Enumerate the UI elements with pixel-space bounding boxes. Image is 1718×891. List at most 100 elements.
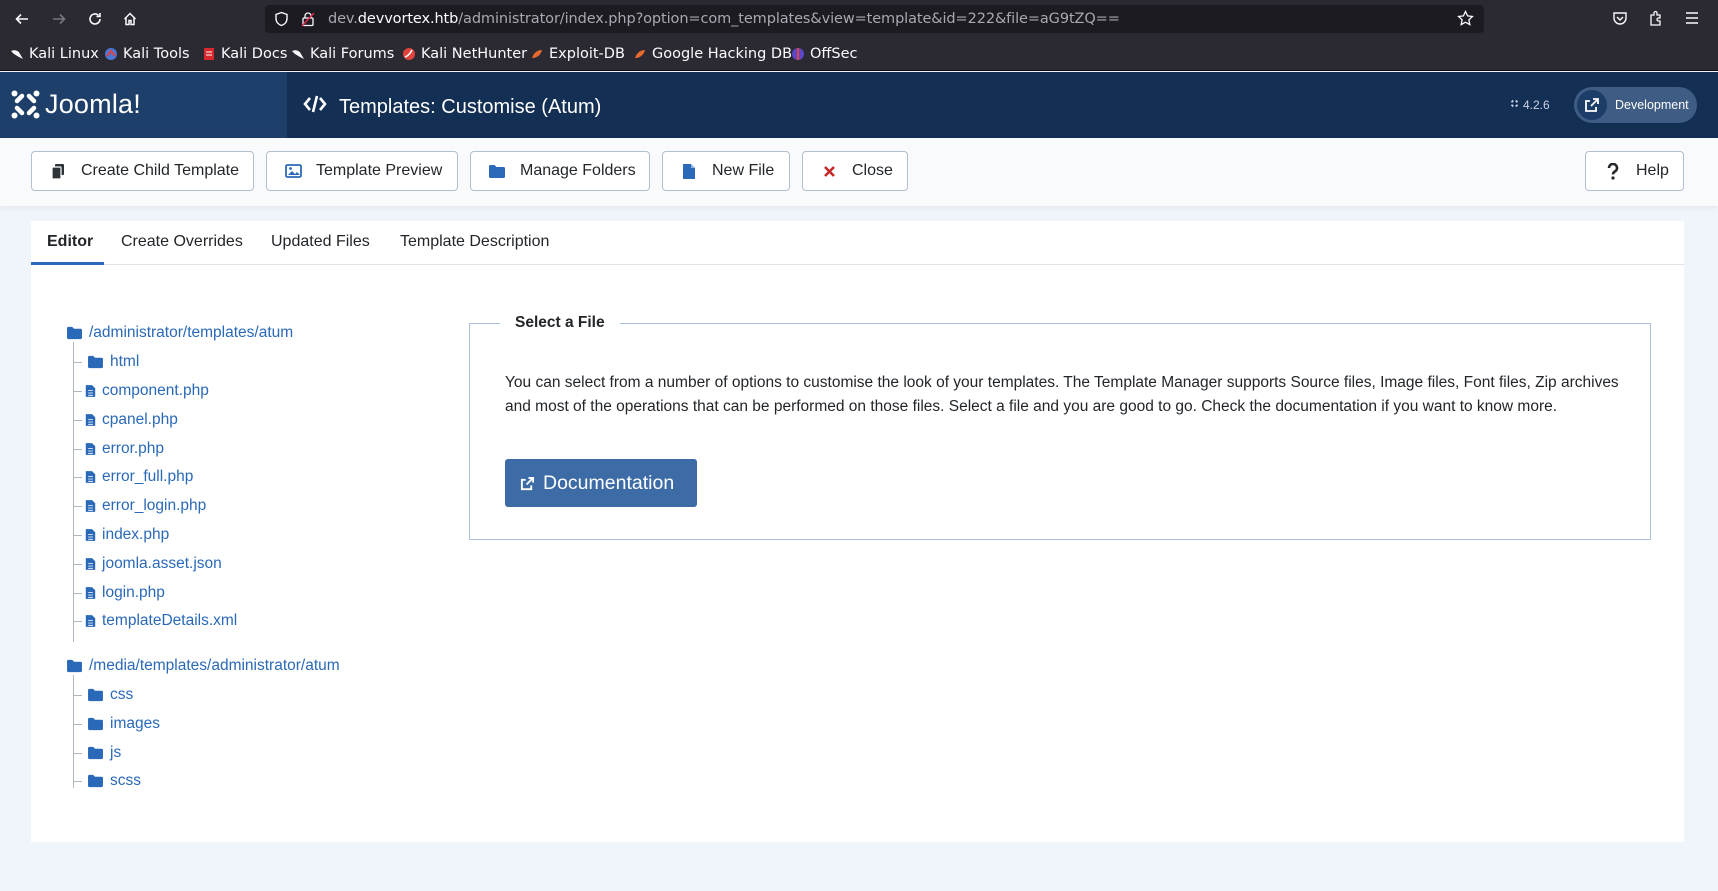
manage-folders-button[interactable]: Manage Folders <box>470 151 650 191</box>
select-file-fieldset: Select a File You can select from a numb… <box>469 314 1651 540</box>
tree-file[interactable]: component.php <box>85 382 209 400</box>
tab-bar: Editor Create Overrides Updated Files Te… <box>31 221 1684 265</box>
file-icon <box>85 414 96 426</box>
reload-icon[interactable] <box>83 7 107 31</box>
joomla-version: 4.2.6 <box>1509 98 1550 112</box>
bookmark-exploit-db[interactable]: Exploit-DB <box>530 46 625 62</box>
bookmark-kali-linux[interactable]: Kali Linux <box>10 46 99 62</box>
toolbar: Create Child Template Template Preview M… <box>0 138 1718 206</box>
bookmark-kali-nethunter[interactable]: Kali NetHunter <box>402 46 527 62</box>
back-icon[interactable] <box>10 7 34 31</box>
tree-branch <box>73 535 82 536</box>
documentation-button[interactable]: Documentation <box>505 459 697 507</box>
folder-icon <box>488 162 506 180</box>
tree-file[interactable]: error_full.php <box>85 468 193 486</box>
tree-folder[interactable]: html <box>87 353 139 371</box>
bookmark-google-hacking-db[interactable]: Google Hacking DB <box>633 46 792 62</box>
tree-branch <box>73 781 82 782</box>
file-icon <box>85 471 96 483</box>
menu-icon[interactable] <box>1684 11 1700 30</box>
tree-branch <box>73 506 82 507</box>
bookmark-kali-docs[interactable]: Kali Docs <box>202 46 287 62</box>
select-file-legend: Select a File <box>500 314 620 332</box>
file-icon <box>85 587 96 599</box>
joomla-small-icon <box>1509 98 1520 112</box>
tab-create-overrides[interactable]: Create Overrides <box>121 233 243 251</box>
question-icon <box>1604 162 1622 180</box>
tree-file[interactable]: joomla.asset.json <box>85 555 222 573</box>
external-link-icon <box>1577 90 1607 120</box>
help-button[interactable]: Help <box>1585 151 1684 191</box>
folder-icon <box>88 355 103 369</box>
template-preview-button[interactable]: Template Preview <box>266 151 458 191</box>
select-file-description: You can select from a number of options … <box>505 374 1619 415</box>
pocket-icon[interactable] <box>1612 11 1628 31</box>
exploit-db-icon <box>530 47 544 61</box>
site-link-development[interactable]: Development <box>1574 87 1697 123</box>
new-file-button[interactable]: New File <box>662 151 790 191</box>
file-icon <box>85 558 96 570</box>
tree-folder[interactable]: css <box>87 686 133 704</box>
tree-file[interactable]: error_login.php <box>85 497 206 515</box>
close-icon <box>820 162 838 180</box>
tree-branch <box>73 564 82 565</box>
url-bar[interactable]: dev.devvortex.htb/administrator/index.ph… <box>265 5 1484 33</box>
nethunter-icon <box>402 47 416 61</box>
active-tab-indicator <box>31 262 104 265</box>
image-icon <box>284 162 302 180</box>
file-icon <box>85 443 96 455</box>
kali-forums-icon <box>291 47 305 61</box>
folder-icon <box>88 774 103 788</box>
tree-folder[interactable]: images <box>87 715 160 733</box>
page-title-text: Templates: Customise (Atum) <box>339 95 602 118</box>
tree-folder-root-1[interactable]: /administrator/templates/atum <box>66 324 293 342</box>
offsec-icon <box>791 47 805 61</box>
tab-editor[interactable]: Editor <box>47 233 93 251</box>
tree-file[interactable]: cpanel.php <box>85 411 178 429</box>
tab-updated-files[interactable]: Updated Files <box>271 233 370 251</box>
tree-folder-root-2[interactable]: /media/templates/administrator/atum <box>66 657 340 675</box>
folder-icon <box>67 326 82 340</box>
tree-file[interactable]: index.php <box>85 526 169 544</box>
home-icon[interactable] <box>118 7 142 31</box>
folder-icon <box>67 659 82 673</box>
tree-branch <box>73 753 82 754</box>
file-icon <box>85 529 96 541</box>
tree-file[interactable]: error.php <box>85 440 164 458</box>
extensions-icon[interactable] <box>1648 10 1664 32</box>
file-icon <box>85 615 96 627</box>
insecure-lock-icon[interactable] <box>301 11 315 32</box>
tree-folder[interactable]: scss <box>87 772 141 790</box>
bookmark-star-icon[interactable] <box>1457 9 1474 32</box>
external-link-icon <box>520 476 535 491</box>
forward-icon[interactable] <box>47 7 71 31</box>
folder-icon <box>88 717 103 731</box>
copy-icon <box>49 162 67 180</box>
tree-branch <box>73 420 82 421</box>
close-button[interactable]: Close <box>802 151 908 191</box>
tree-branch <box>73 593 82 594</box>
tree-branch <box>73 695 82 696</box>
tree-branch <box>73 477 82 478</box>
url-text[interactable]: dev.devvortex.htb/administrator/index.ph… <box>328 11 1120 27</box>
create-child-template-button[interactable]: Create Child Template <box>31 151 254 191</box>
tree-folder[interactable]: js <box>87 744 121 762</box>
joomla-logo-text: Joomla! <box>45 89 141 119</box>
bookmark-kali-forums[interactable]: Kali Forums <box>291 46 394 62</box>
file-icon <box>85 385 96 397</box>
bookmarks-bar: Kali Linux Kali Tools Kali Docs Kali For… <box>0 37 1718 71</box>
bookmark-offsec[interactable]: OffSec <box>791 46 858 62</box>
bookmark-kali-tools[interactable]: Kali Tools <box>104 46 190 62</box>
kali-tools-icon <box>104 47 118 61</box>
joomla-logo[interactable]: Joomla! <box>0 72 287 138</box>
tree-file[interactable]: login.php <box>85 584 165 602</box>
tree-branch <box>73 621 82 622</box>
kali-docs-icon <box>202 47 216 61</box>
code-icon <box>303 94 327 120</box>
browser-toolbar: dev.devvortex.htb/administrator/index.ph… <box>0 0 1718 37</box>
admin-header: Joomla! Templates: Customise (Atum) 4.2.… <box>0 72 1718 138</box>
shield-icon[interactable] <box>274 11 289 32</box>
tab-template-description[interactable]: Template Description <box>400 233 549 251</box>
tree-file[interactable]: templateDetails.xml <box>85 612 237 630</box>
file-icon <box>85 500 96 512</box>
